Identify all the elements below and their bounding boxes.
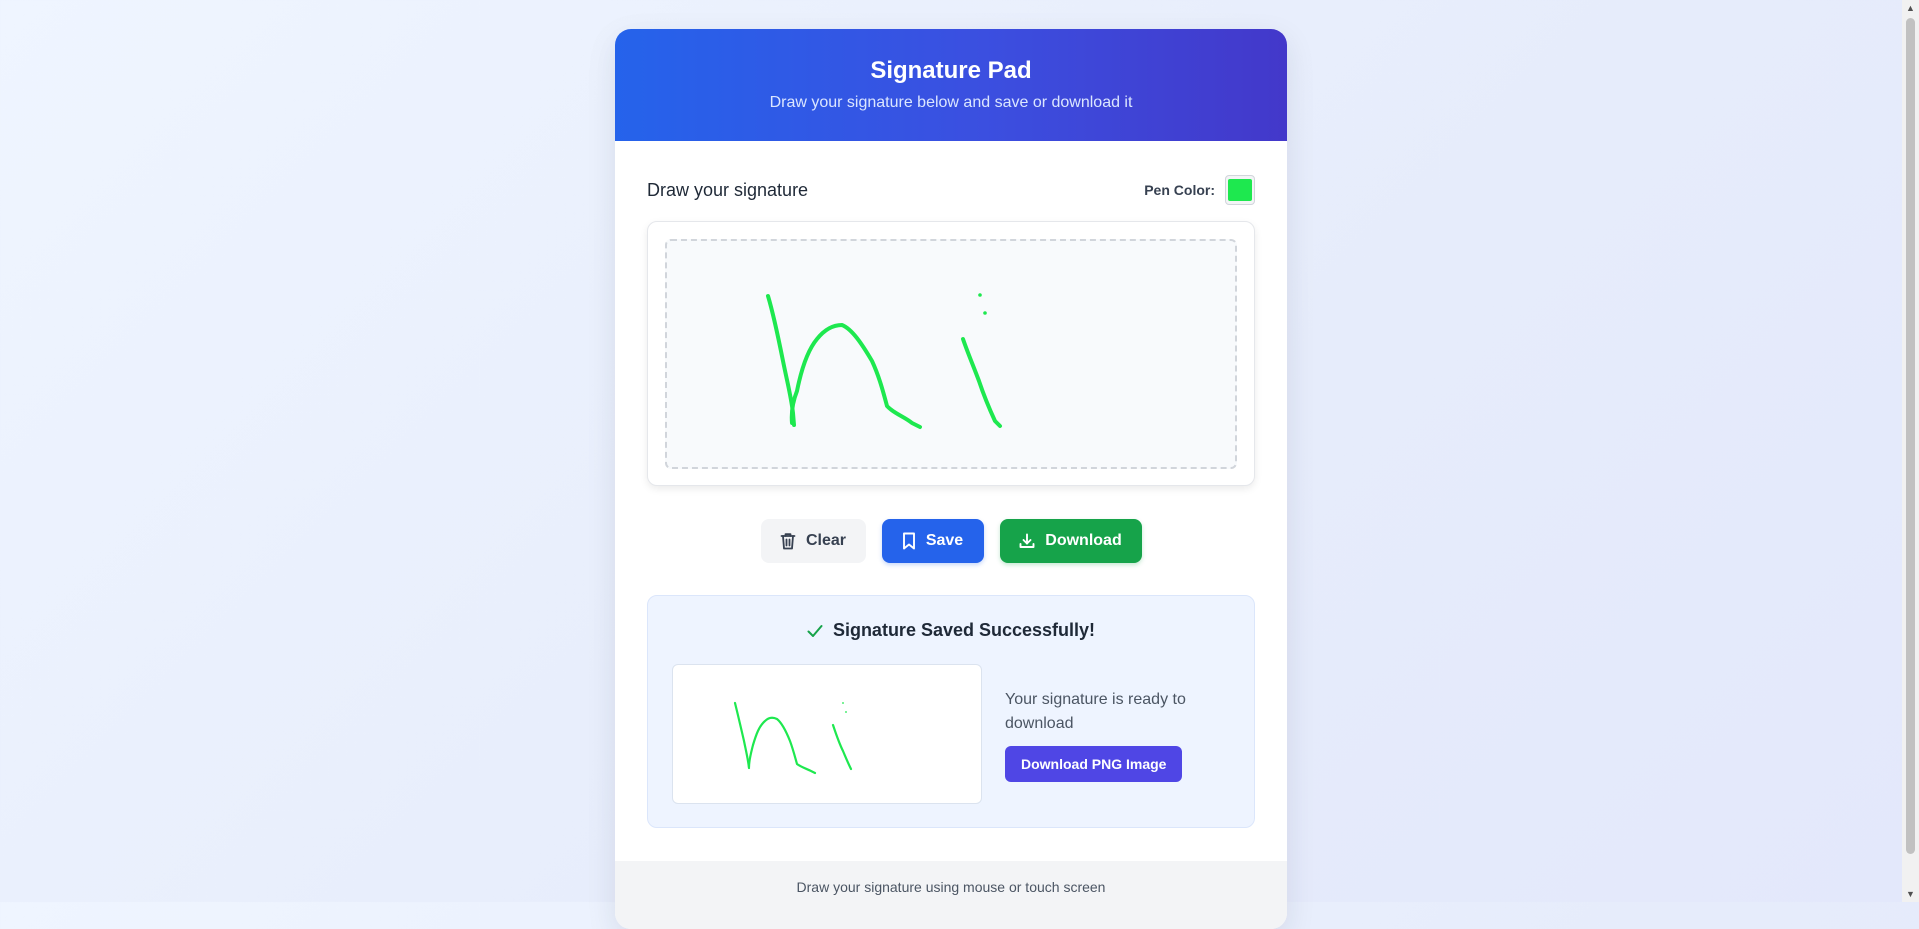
page-scrollbar[interactable]: ▲ ▼	[1902, 0, 1919, 902]
scroll-down-arrow-icon[interactable]: ▼	[1902, 886, 1919, 902]
footer-text: Draw your signature using mouse or touch…	[796, 879, 1106, 895]
pen-color-label: Pen Color:	[1144, 182, 1215, 198]
saved-title: Signature Saved Successfully!	[648, 620, 1254, 641]
footer: Draw your signature using mouse or touch…	[615, 861, 1287, 929]
ready-text: Your signature is ready to download	[1005, 691, 1186, 732]
card-header: Signature Pad Draw your signature below …	[615, 29, 1287, 141]
pad-toolbar: Draw your signature Pen Color:	[647, 175, 1255, 205]
clear-button[interactable]: Clear	[760, 519, 866, 563]
save-label: Save	[925, 532, 964, 549]
scroll-up-arrow-icon[interactable]: ▲	[1902, 0, 1919, 16]
clear-label: Clear	[805, 532, 847, 549]
signature-card: Signature Pad Draw your signature below …	[615, 29, 1287, 929]
scroll-thumb[interactable]	[1906, 18, 1915, 854]
signature-drawing	[766, 293, 1002, 429]
trash-icon	[780, 533, 796, 550]
page-title: Signature Pad	[870, 57, 1032, 84]
draw-signature-label: Draw your signature	[647, 179, 809, 200]
check-icon	[807, 624, 823, 637]
download-png-button[interactable]: Download PNG Image	[1005, 746, 1183, 782]
signature-pad-frame	[647, 221, 1255, 486]
page-subtitle: Draw your signature below and save or do…	[769, 94, 1133, 111]
signature-preview-image	[733, 701, 853, 775]
pen-color-input[interactable]	[1225, 175, 1255, 205]
pen-color-picker: Pen Color:	[1144, 175, 1255, 205]
pen-color-swatch	[1228, 179, 1252, 201]
download-button[interactable]: Download	[999, 519, 1142, 563]
download-label: Download	[1045, 532, 1122, 549]
bookmark-icon	[902, 532, 915, 550]
signature-canvas[interactable]	[665, 239, 1237, 469]
download-icon	[1019, 533, 1035, 548]
action-buttons: Clear Save Download	[615, 519, 1287, 563]
save-button[interactable]: Save	[881, 519, 984, 563]
saved-title-text: Signature Saved Successfully!	[832, 620, 1096, 640]
signature-preview	[672, 664, 982, 804]
saved-panel: Signature Saved Successfully! Your signa…	[647, 595, 1255, 828]
